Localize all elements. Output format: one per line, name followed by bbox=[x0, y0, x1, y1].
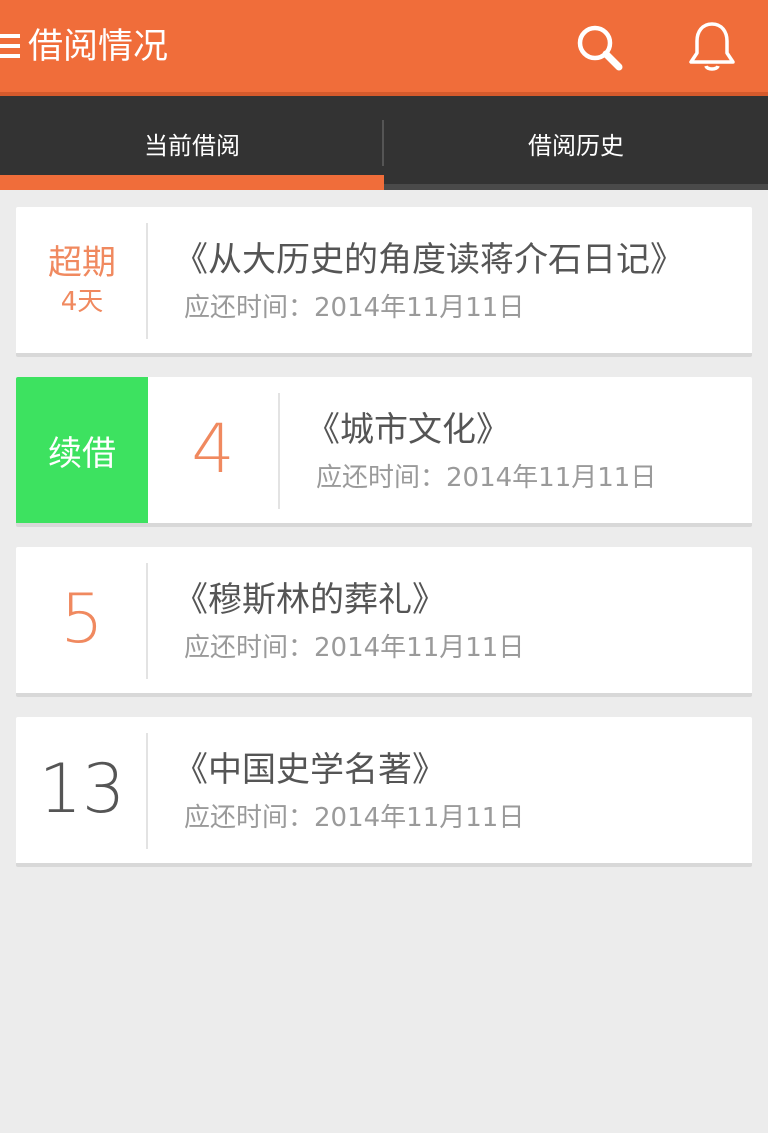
card-divider bbox=[146, 563, 148, 679]
loan-card[interactable]: 5 《穆斯林的葬礼》 应还时间：2014年11月11日 bbox=[16, 547, 752, 697]
menu-icon[interactable] bbox=[0, 34, 20, 62]
due-date: 应还时间：2014年11月11日 bbox=[316, 463, 657, 493]
due-date: 应还时间：2014年11月11日 bbox=[184, 803, 525, 833]
loan-card-overdue[interactable]: 超期 4天 《从大历史的角度读蒋介石日记》 应还时间：2014年11月11日 bbox=[16, 207, 752, 357]
search-icon[interactable] bbox=[574, 22, 626, 74]
card-divider bbox=[146, 223, 148, 339]
days-remaining: 13 bbox=[16, 717, 148, 863]
book-title: 《从大历史的角度读蒋介石日记》 bbox=[174, 240, 684, 280]
card-divider bbox=[278, 393, 280, 509]
bell-icon[interactable] bbox=[686, 20, 738, 74]
card-divider bbox=[146, 733, 148, 849]
book-title: 《穆斯林的葬礼》 bbox=[174, 580, 446, 620]
tab-loan-history[interactable]: 借阅历史 bbox=[384, 96, 768, 190]
book-title: 《中国史学名著》 bbox=[174, 750, 446, 790]
active-tab-indicator bbox=[0, 175, 384, 190]
overdue-label: 超期 bbox=[48, 243, 116, 283]
days-remaining: 4 bbox=[148, 377, 278, 523]
page-title: 借阅情况 bbox=[28, 27, 169, 67]
days-remaining-value: 5 bbox=[60, 580, 104, 659]
book-title: 《城市文化》 bbox=[306, 410, 510, 450]
tab-indicator-track bbox=[384, 184, 768, 190]
overdue-days: 4天 bbox=[60, 287, 104, 317]
due-date: 应还时间：2014年11月11日 bbox=[184, 293, 525, 323]
renew-button[interactable]: 续借 bbox=[16, 377, 148, 523]
overdue-badge: 超期 4天 bbox=[16, 207, 148, 353]
days-remaining-value: 13 bbox=[38, 750, 126, 829]
app-root: 借阅情况 当前借阅 借阅历史 超期 4天 《从大历史的角度读蒋介石日记》 应还时… bbox=[0, 0, 768, 1133]
due-date: 应还时间：2014年11月11日 bbox=[184, 633, 525, 663]
app-header: 借阅情况 bbox=[0, 0, 768, 92]
loan-card[interactable]: 13 《中国史学名著》 应还时间：2014年11月11日 bbox=[16, 717, 752, 867]
days-remaining-value: 4 bbox=[191, 410, 235, 489]
loan-card-renew[interactable]: 续借 4 《城市文化》 应还时间：2014年11月11日 bbox=[16, 377, 752, 527]
days-remaining: 5 bbox=[16, 547, 148, 693]
